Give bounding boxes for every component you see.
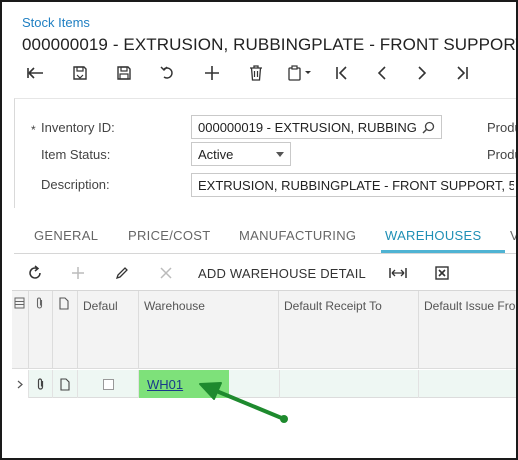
- search-icon[interactable]: [422, 121, 435, 134]
- next-record-icon: [418, 66, 427, 80]
- add-button[interactable]: [190, 60, 234, 86]
- delete-row-button[interactable]: [144, 260, 188, 286]
- edit-icon: [115, 267, 128, 280]
- tab-vendors[interactable]: V: [510, 228, 516, 243]
- column-default-receipt-to[interactable]: Default Receipt To: [279, 291, 419, 369]
- export-excel-icon: [435, 266, 449, 280]
- save-and-close-button[interactable]: [58, 60, 102, 86]
- attachments-header[interactable]: [29, 291, 53, 369]
- tab-warehouses[interactable]: WAREHOUSES: [385, 228, 481, 243]
- save-button[interactable]: [102, 60, 146, 86]
- save-close-icon: [73, 66, 87, 80]
- column-settings-icon: [14, 297, 25, 309]
- note-icon: [59, 297, 69, 310]
- row-note[interactable]: [53, 370, 78, 398]
- save-icon: [117, 66, 131, 80]
- first-record-icon: [336, 66, 347, 80]
- warehouses-grid: Defaul Warehouse Default Receipt To Defa…: [12, 290, 516, 458]
- default-checkbox-cell[interactable]: [78, 370, 139, 398]
- row-expander[interactable]: [12, 370, 29, 398]
- stock-items-window: Stock Items 000000019 - EXTRUSION, RUBBI…: [0, 0, 518, 460]
- first-record-button[interactable]: [322, 60, 362, 86]
- previous-record-button[interactable]: [362, 60, 402, 86]
- clipboard-icon: [288, 65, 311, 81]
- row-attachment[interactable]: [29, 370, 53, 398]
- inventory-id-value: 000000019 - EXTRUSION, RUBBING: [198, 119, 417, 135]
- clipboard-menu-button[interactable]: [278, 60, 322, 86]
- inventory-id-label: Inventory ID:: [41, 120, 115, 135]
- export-excel-button[interactable]: [420, 260, 464, 286]
- tab-general[interactable]: GENERAL: [34, 228, 98, 243]
- required-mark: *: [31, 123, 36, 137]
- main-toolbar: [14, 60, 482, 86]
- chevron-right-icon: [17, 380, 23, 388]
- grid-header: Defaul Warehouse Default Receipt To Defa…: [12, 291, 516, 369]
- tab-price-cost[interactable]: PRICE/COST: [128, 228, 210, 243]
- active-tab-indicator: [381, 250, 505, 253]
- previous-record-icon: [377, 66, 386, 80]
- row-selector-header[interactable]: [12, 291, 29, 369]
- summary-form: * Inventory ID: 000000019 - EXTRUSION, R…: [14, 98, 516, 208]
- column-warehouse[interactable]: Warehouse: [139, 291, 279, 369]
- item-status-label: Item Status:: [41, 147, 111, 162]
- add-row-button[interactable]: [56, 260, 100, 286]
- default-checkbox[interactable]: [102, 378, 114, 390]
- product-workgroup-label: Produ: [487, 120, 516, 135]
- page-title: 000000019 - EXTRUSION, RUBBINGPLATE - FR…: [22, 35, 518, 54]
- last-record-icon: [457, 66, 468, 80]
- description-label: Description:: [41, 177, 110, 192]
- chevron-down-icon: [276, 151, 284, 157]
- description-field[interactable]: EXTRUSION, RUBBINGPLATE - FRONT SUPPORT,…: [191, 173, 516, 197]
- delete-icon: [250, 65, 262, 81]
- default-issue-from-cell[interactable]: [419, 370, 516, 398]
- warehouse-cell[interactable]: WH01: [139, 370, 229, 398]
- notes-header[interactable]: [53, 291, 78, 369]
- add-warehouse-detail-button[interactable]: ADD WAREHOUSE DETAIL: [188, 260, 376, 286]
- last-record-button[interactable]: [442, 60, 482, 86]
- edit-row-button[interactable]: [100, 260, 144, 286]
- column-default-issue-from[interactable]: Default Issue Fro: [419, 291, 516, 369]
- item-status-value: Active: [198, 146, 234, 162]
- delete-row-icon: [160, 267, 172, 279]
- column-default[interactable]: Defaul: [78, 291, 139, 369]
- undo-button[interactable]: [146, 60, 190, 86]
- next-record-button[interactable]: [402, 60, 442, 86]
- item-status-select[interactable]: Active: [191, 142, 291, 166]
- fit-columns-icon: [389, 268, 407, 278]
- grid-toolbar: ADD WAREHOUSE DETAIL: [14, 260, 516, 286]
- warehouse-link[interactable]: WH01: [147, 377, 183, 392]
- add-icon: [205, 66, 219, 80]
- back-button[interactable]: [14, 60, 58, 86]
- breadcrumb[interactable]: Stock Items: [22, 15, 90, 30]
- undo-icon: [160, 66, 173, 79]
- paperclip-icon: [37, 377, 44, 390]
- refresh-button[interactable]: [14, 260, 56, 286]
- note-icon: [60, 377, 70, 391]
- table-row[interactable]: WH01: [12, 370, 516, 398]
- product-manager-label: Produ: [487, 147, 516, 162]
- tab-bar: GENERAL PRICE/COST MANUFACTURING WAREHOU…: [14, 216, 516, 254]
- inventory-id-field[interactable]: 000000019 - EXTRUSION, RUBBING: [191, 115, 442, 139]
- description-value: EXTRUSION, RUBBINGPLATE - FRONT SUPPORT,…: [198, 177, 514, 193]
- add-row-icon: [72, 267, 84, 279]
- delete-button[interactable]: [234, 60, 278, 86]
- default-receipt-to-cell[interactable]: [279, 370, 419, 398]
- back-arrow-icon: [27, 67, 43, 79]
- refresh-icon: [29, 265, 41, 279]
- fit-columns-button[interactable]: [376, 260, 420, 286]
- paperclip-icon: [36, 297, 43, 309]
- tab-manufacturing[interactable]: MANUFACTURING: [239, 228, 356, 243]
